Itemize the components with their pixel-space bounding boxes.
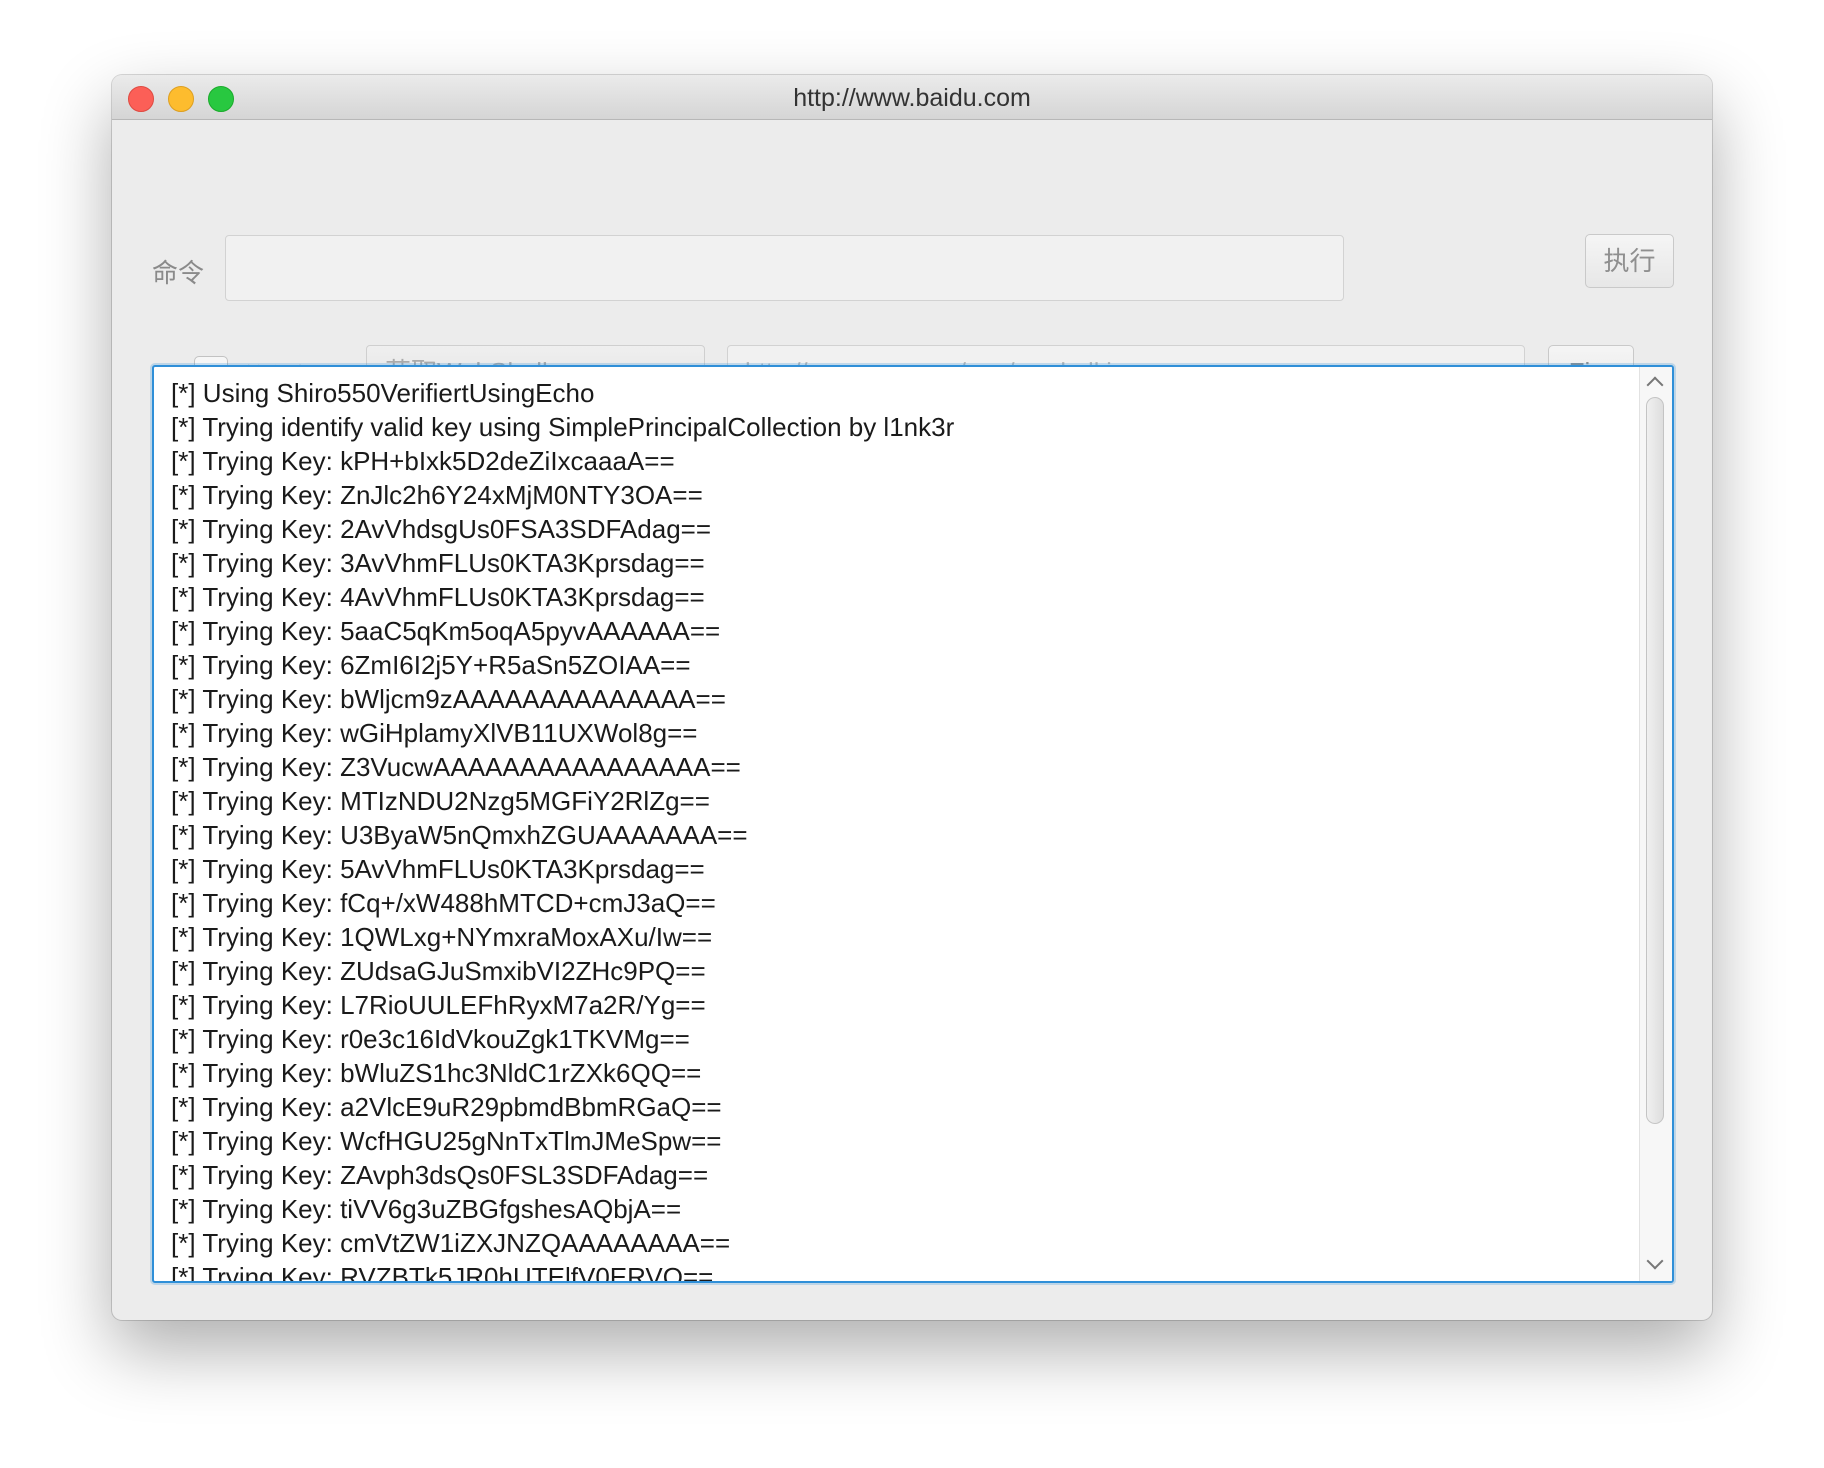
window-title: http://www.baidu.com — [793, 84, 1031, 112]
log-line: [*] Trying identify valid key using Simp… — [171, 412, 955, 442]
app-window: http://www.baidu.com 命令 执行 简便操作 获取WebShe… — [112, 75, 1712, 1320]
command-label: 命令 — [152, 258, 205, 288]
log-line: [*] Trying Key: fCq+/xW488hMTCD+cmJ3aQ== — [171, 888, 716, 918]
log-output[interactable]: [*] Using Shiro550VerifiertUsingEcho [*] … — [152, 365, 1674, 1283]
log-line: [*] Trying Key: RVZBTk5JR0hUTElfV0ERVO== — [171, 1262, 714, 1283]
command-input[interactable] — [225, 235, 1344, 301]
log-line: [*] Trying Key: WcfHGU25gNnTxTlmJMeSpw== — [171, 1126, 722, 1156]
log-line: [*] Trying Key: Z3VucwAAAAAAAAAAAAAAAA== — [171, 752, 741, 782]
log-line: [*] Trying Key: MTIzNDU2Nzg5MGFiY2RlZg== — [171, 786, 710, 816]
title-bar[interactable]: http://www.baidu.com — [112, 75, 1712, 120]
chevron-up-icon — [1646, 376, 1664, 394]
log-line: [*] Trying Key: 4AvVhmFLUs0KTA3Kprsdag== — [171, 582, 705, 612]
log-line: [*] Trying Key: kPH+bIxk5D2deZiIxcaaaA== — [171, 446, 675, 476]
log-line: [*] Using Shiro550VerifiertUsingEcho — [171, 378, 595, 408]
log-lines: [*] Using Shiro550VerifiertUsingEcho [*] … — [171, 376, 1632, 1283]
log-line: [*] Trying Key: 3AvVhmFLUs0KTA3Kprsdag== — [171, 548, 705, 578]
log-line: [*] Trying Key: U3ByaW5nQmxhZGUAAAAAAA== — [171, 820, 748, 850]
log-line: [*] Trying Key: 6ZmI6I2j5Y+R5aSn5ZOIAA== — [171, 650, 691, 680]
log-line: [*] Trying Key: ZnJlc2h6Y24xMjM0NTY3OA== — [171, 480, 703, 510]
scroll-down-button[interactable] — [1640, 1251, 1672, 1281]
log-line: [*] Trying Key: 5aaC5qKm5oqA5pyvAAAAAA== — [171, 616, 721, 646]
log-line: [*] Trying Key: tiVV6g3uZBGfgshesAQbjA== — [171, 1194, 682, 1224]
scroll-up-button[interactable] — [1640, 367, 1672, 397]
log-line: [*] Trying Key: a2VlcE9uR29pbmdBbmRGaQ== — [171, 1092, 722, 1122]
log-line: [*] Trying Key: wGiHplamyXlVB11UXWol8g== — [171, 718, 698, 748]
execute-button[interactable]: 执行 — [1585, 234, 1674, 288]
log-line: [*] Trying Key: ZUdsaGJuSmxibVI2ZHc9PQ== — [171, 956, 706, 986]
log-line: [*] Trying Key: L7RioUULEFhRyxM7a2R/Yg== — [171, 990, 706, 1020]
log-line: [*] Trying Key: cmVtZW1iZXJNZQAAAAAAAA== — [171, 1228, 731, 1258]
log-line: [*] Trying Key: 5AvVhmFLUs0KTA3Kprsdag== — [171, 854, 705, 884]
log-line: [*] Trying Key: ZAvph3dsQs0FSL3SDFAdag== — [171, 1160, 709, 1190]
log-line: [*] Trying Key: 2AvVhdsgUs0FSA3SDFAdag== — [171, 514, 712, 544]
log-line: [*] Trying Key: 1QWLxg+NYmxraMoxAXu/Iw== — [171, 922, 713, 952]
log-line: [*] Trying Key: bWluZS1hc3NldC1rZXk6QQ== — [171, 1058, 702, 1088]
log-line: [*] Trying Key: r0e3c16IdVkouZgk1TKVMg== — [171, 1024, 690, 1054]
log-scrollbar[interactable] — [1639, 367, 1672, 1281]
log-line: [*] Trying Key: bWljcm9zAAAAAAAAAAAAAA== — [171, 684, 726, 714]
scroll-thumb[interactable] — [1646, 397, 1664, 1124]
chevron-down-icon — [1646, 1252, 1664, 1270]
